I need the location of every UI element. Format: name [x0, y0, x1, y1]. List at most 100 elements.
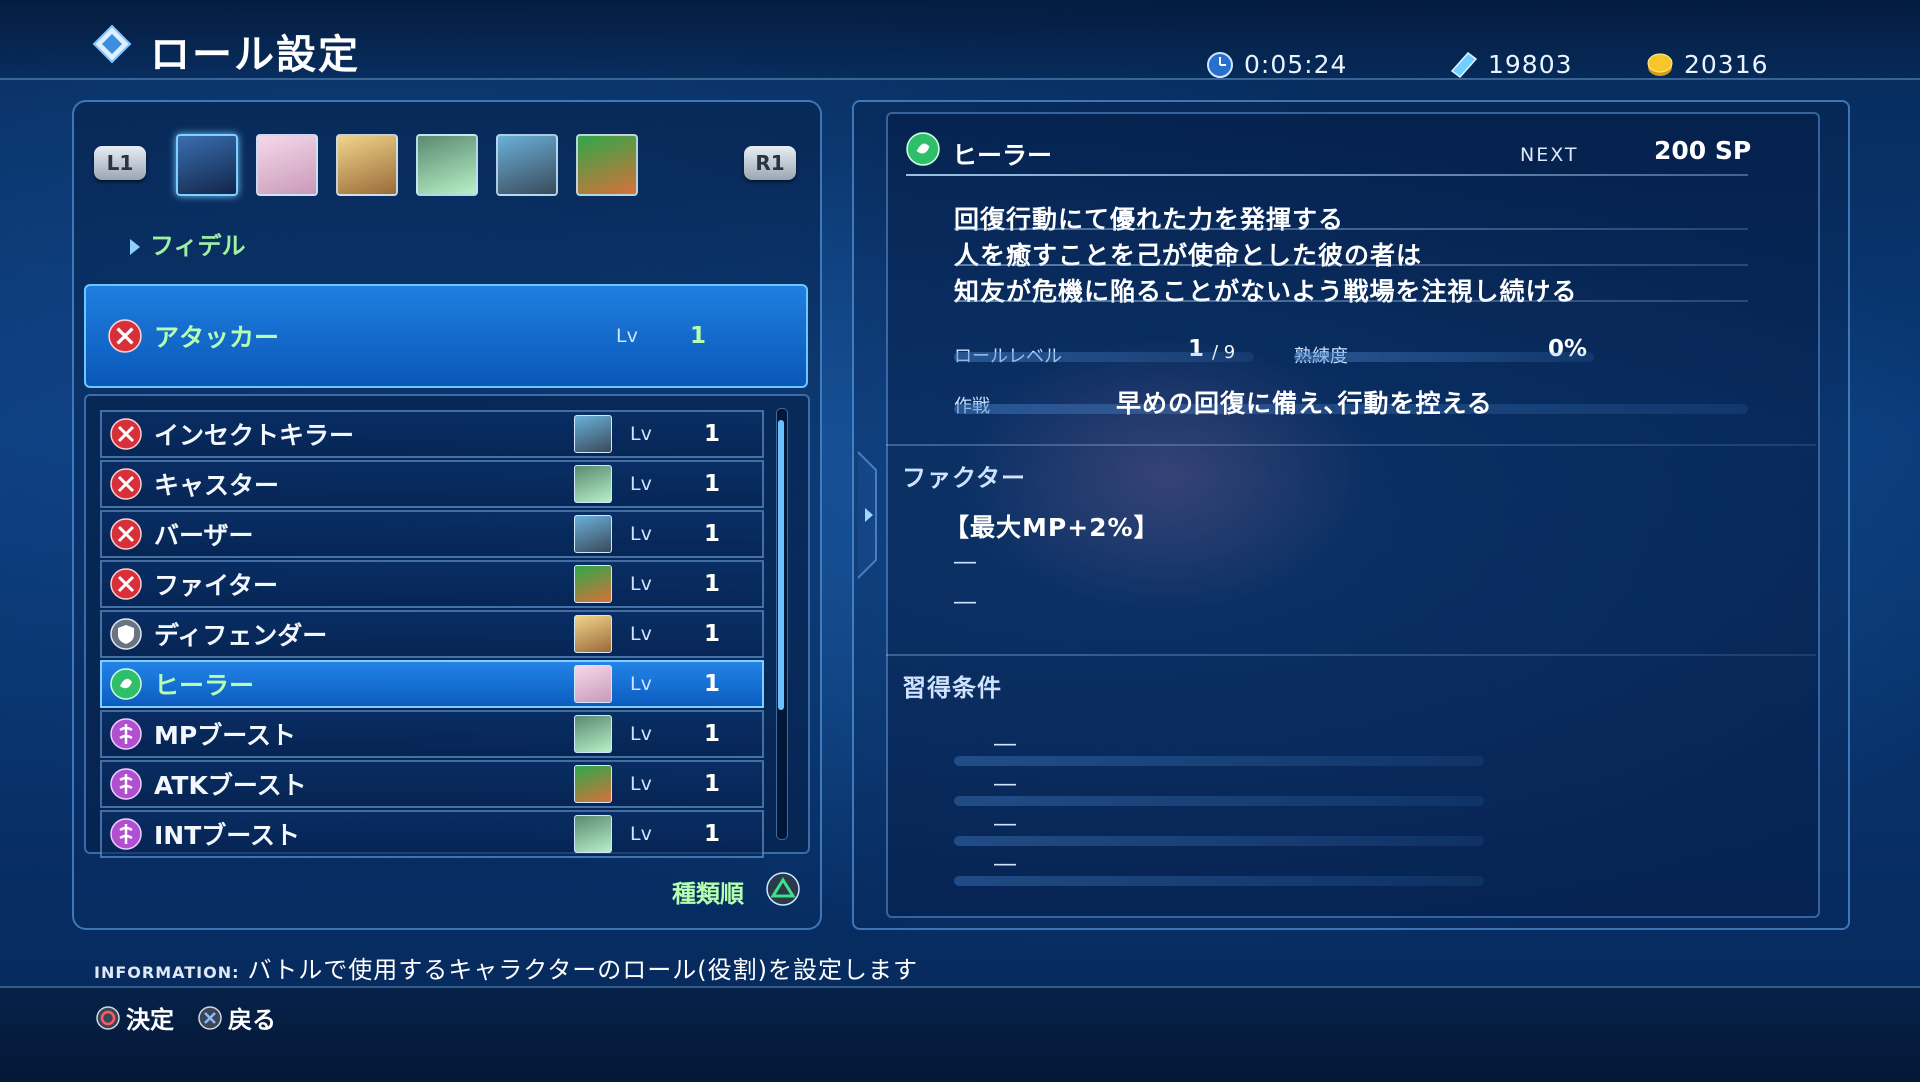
role-row[interactable]: INTブースト Lv 1 [100, 810, 764, 858]
factor-2: ― [954, 550, 976, 575]
attack-role-icon [110, 418, 142, 450]
description-line-3: 知友が危機に陥ることがないよう戦場を注視し続ける [954, 277, 1578, 306]
condition-4: ― [994, 852, 1016, 877]
role-name: インセクトキラー [154, 421, 355, 450]
role-name: INTブースト [154, 821, 301, 850]
equipped-role-name: アタッカー [154, 323, 280, 352]
back-label: 戻る [228, 1006, 276, 1034]
role-lv-label: Lv [630, 623, 652, 645]
role-lv-value: 1 [703, 421, 720, 447]
page-title: ロール設定 [150, 32, 360, 78]
portrait-fidel[interactable] [176, 134, 238, 196]
triangle-right-icon [130, 239, 140, 255]
role-name: ヒーラー [154, 671, 255, 700]
current-character-name: フィデル [130, 226, 246, 261]
factor-3: ― [954, 590, 976, 615]
factor-divider [886, 444, 1816, 446]
role-character-face [574, 615, 612, 653]
role-row[interactable]: ディフェンダー Lv 1 [100, 610, 764, 658]
role-lv-label: Lv [630, 723, 652, 745]
equipped-role-lv-label: Lv [616, 325, 638, 347]
strategy-value[interactable]: 早めの回復に備え､行動を控える [1116, 384, 1493, 420]
next-label: NEXT [1520, 144, 1579, 166]
role-lv-label: Lv [630, 423, 652, 445]
boost-role-icon [110, 818, 142, 850]
equipped-role-lv: 1 [689, 323, 706, 349]
confirm-control[interactable]: 決定 [96, 1000, 174, 1035]
portrait-miki[interactable] [256, 134, 318, 196]
play-time-value: 0:05:24 [1244, 50, 1348, 79]
role-lv-value: 1 [703, 771, 720, 797]
current-character-label: フィデル [150, 232, 246, 260]
attack-role-icon [110, 518, 142, 550]
portrait-fiore[interactable] [416, 134, 478, 196]
information-bar: INFORMATION: バトルで使用するキャラクターのロール(役割)を設定します [94, 950, 918, 985]
role-level-bar [954, 352, 1254, 362]
information-text: バトルで使用するキャラクターのロール(役割)を設定します [247, 956, 919, 984]
information-tag: INFORMATION: [94, 963, 240, 982]
condition-3: ― [994, 812, 1016, 837]
role-lv-value: 1 [703, 821, 720, 847]
role-name: ファイター [154, 571, 279, 600]
role-lv-label: Lv [630, 773, 652, 795]
l1-button[interactable]: L1 [94, 146, 146, 180]
chevron-right-icon [857, 451, 877, 579]
detail-header-divider [906, 174, 1748, 176]
role-lv-value: 1 [703, 621, 720, 647]
attack-role-icon [110, 468, 142, 500]
role-character-face [574, 765, 612, 803]
role-character-face [574, 665, 612, 703]
sort-label[interactable]: 種類順 [672, 874, 744, 909]
next-sp-value: 200 SP [1654, 136, 1752, 165]
role-name: ATKブースト [154, 771, 307, 800]
description-line-1: 回復行動にて優れた力を発揮する [954, 205, 1345, 234]
defend-role-icon [110, 618, 142, 650]
footer-band [0, 986, 1920, 1082]
role-character-face [574, 815, 612, 853]
back-control[interactable]: 戻る [198, 1000, 276, 1035]
scrollbar-thumb[interactable] [778, 420, 784, 710]
r1-button[interactable]: R1 [744, 146, 796, 180]
role-name: ディフェンダー [154, 621, 328, 650]
condition-1-bar [954, 756, 1484, 766]
portrait-relia[interactable] [576, 134, 638, 196]
role-name: バーザー [154, 521, 254, 550]
boost-role-icon [110, 718, 142, 750]
heal-role-icon [906, 132, 940, 166]
money-counter: 20316 [1646, 50, 1769, 79]
factor-title: ファクター [902, 464, 1027, 492]
role-lv-label: Lv [630, 573, 652, 595]
description-divider-1 [954, 228, 1748, 230]
role-character-face [574, 565, 612, 603]
role-lv-label: Lv [630, 823, 652, 845]
role-row[interactable]: ファイター Lv 1 [100, 560, 764, 608]
attack-role-icon [108, 319, 142, 353]
acquire-title: 習得条件 [902, 674, 1002, 702]
role-row[interactable]: ATKブースト Lv 1 [100, 760, 764, 808]
role-lv-label: Lv [630, 673, 652, 695]
condition-4-bar [954, 876, 1484, 886]
triangle-button-icon[interactable] [766, 872, 800, 906]
role-name: MPブースト [154, 721, 296, 750]
confirm-label: 決定 [126, 1006, 174, 1034]
role-character-face [574, 415, 612, 453]
role-row[interactable]: インセクトキラー Lv 1 [100, 410, 764, 458]
description-divider-2 [954, 264, 1748, 266]
condition-3-bar [954, 836, 1484, 846]
role-row[interactable]: キャスター Lv 1 [100, 460, 764, 508]
role-lv-value: 1 [703, 721, 720, 747]
portrait-emmerson[interactable] [496, 134, 558, 196]
description-line-2: 人を癒すことを己が使命とした彼の者は [954, 241, 1423, 270]
role-row[interactable]: バーザー Lv 1 [100, 510, 764, 558]
boost-role-icon [110, 768, 142, 800]
role-row[interactable]: ヒーラー Lv 1 [100, 660, 764, 708]
crystal-icon [1450, 51, 1478, 78]
cross-button-icon [198, 1005, 222, 1030]
clock-icon [1207, 51, 1233, 78]
role-row[interactable]: MPブースト Lv 1 [100, 710, 764, 758]
equipped-role[interactable]: アタッカー Lv 1 [84, 284, 808, 388]
sp-value: 19803 [1488, 50, 1573, 79]
diamond-icon [92, 24, 132, 64]
portrait-victor[interactable] [336, 134, 398, 196]
role-lv-label: Lv [630, 473, 652, 495]
